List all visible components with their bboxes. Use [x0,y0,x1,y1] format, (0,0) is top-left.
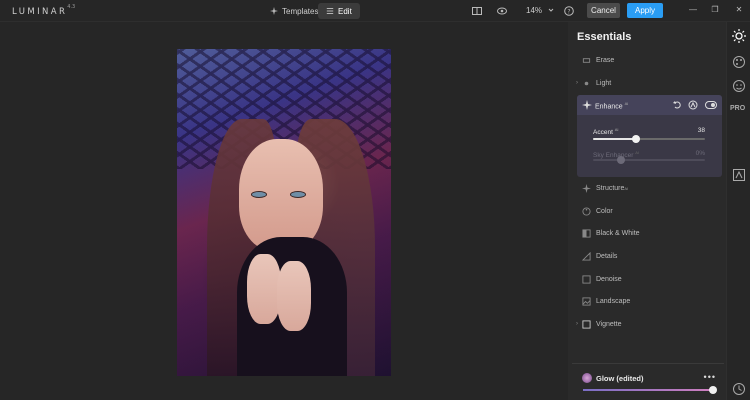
tool-label: Color [596,207,613,215]
tool-rail: PRO [726,22,750,400]
zoom-dropdown[interactable]: 14% [526,6,554,15]
edit-label: Edit [338,6,352,16]
eye-right [291,192,305,197]
preset-amount-slider[interactable] [583,389,713,391]
enhance-header[interactable]: Enhance AI [577,95,722,115]
accent-slider-handle[interactable] [631,135,640,143]
expand-arrow-icon: › [576,80,578,86]
close-icon[interactable]: ✕ [734,5,744,15]
hand-left [247,254,281,324]
top-bar: LUMINAR4.3 Templates Edit 14% ? Cancel A… [0,0,750,22]
tool-label: Denoise [596,275,622,283]
preset-amount-handle[interactable] [709,386,717,394]
templates-label: Templates [282,6,319,16]
more-options-icon[interactable]: ••• [704,372,716,382]
sky-enhancer-slider[interactable] [593,156,705,164]
preset-thumbnail [582,373,592,383]
app-logo: LUMINAR4.3 [12,4,76,17]
enhance-section: Enhance AI Accent AI 38 Sky Enhancer AI … [577,95,722,177]
history-clock-icon[interactable] [732,382,746,396]
essentials-sun-icon[interactable] [732,29,746,43]
mask-icon[interactable] [688,100,698,110]
eye-left [252,192,266,197]
sky-enhancer-handle[interactable] [617,156,625,164]
pro-tools-label[interactable]: PRO [730,105,745,112]
sky-enhancer-label: Sky Enhancer AI [593,150,640,160]
minimize-icon[interactable]: — [688,5,698,15]
apply-button[interactable]: Apply [627,3,663,18]
tool-black-white[interactable]: Black & White [568,225,726,241]
canvas-icon[interactable] [732,168,746,182]
sliders-icon [326,8,334,14]
accent-slider-fill [593,138,636,140]
tool-denoise[interactable]: Denoise [568,271,726,287]
accent-slider[interactable] [593,135,705,143]
expand-arrow-icon: › [576,321,578,327]
triangle-icon [582,251,591,261]
photo-canvas[interactable] [177,49,391,376]
compare-icon[interactable] [472,6,482,16]
tool-color[interactable]: Color [568,203,726,219]
toggle-icon[interactable] [705,100,717,110]
sparkle-icon [582,100,592,110]
tool-label: Details [596,252,618,260]
preset-row[interactable]: Glow (edited) ••• [582,372,722,386]
eye-icon[interactable] [497,6,507,16]
preset-name: Glow (edited) [596,374,644,383]
tool-vignette[interactable]: › Vignette [568,316,726,332]
help-icon[interactable]: ? [564,6,574,16]
templates-button[interactable]: Templates [262,3,326,19]
undo-icon[interactable] [672,100,682,110]
zoom-value: 14% [526,6,543,15]
panel-divider [572,363,724,364]
sparkle-icon [270,7,278,15]
svg-text:?: ? [567,8,570,15]
sky-enhancer-value: 0% [695,150,705,157]
grain-icon [582,274,591,284]
tool-label: Landscape [596,297,631,305]
sun-icon [584,81,589,85]
tool-label: Erase [596,56,615,64]
creative-palette-icon[interactable] [732,55,746,69]
tool-erase[interactable]: Erase [568,52,726,68]
chevron-down-icon [548,8,554,12]
tool-label: Structure [596,184,625,192]
restore-icon[interactable]: ❐ [710,5,720,15]
hand-right [277,261,311,331]
cancel-button[interactable]: Cancel [587,3,620,18]
app-version: 4.3 [67,4,76,10]
tool-label: Black & White [596,229,640,237]
tool-label: Light [596,79,612,87]
tool-details[interactable]: Details [568,248,726,264]
portrait-face-icon[interactable] [732,79,746,93]
edit-button[interactable]: Edit [318,3,360,19]
accent-label: Accent AI [593,127,619,137]
palette-icon [582,206,591,216]
enhance-label: Enhance AI [595,101,629,111]
landscape-icon [582,296,591,306]
tool-light[interactable]: › Light [568,75,726,91]
half-square-icon [582,228,591,238]
tool-landscape[interactable]: Landscape [568,293,726,309]
eraser-icon [582,57,591,63]
vignette-icon [582,319,591,329]
tool-structure[interactable]: Structure AI [568,180,726,196]
sparkle-icon [582,183,591,193]
tool-label: Vignette [596,320,622,328]
panel-title: Essentials [577,31,632,43]
accent-value: 38 [697,127,705,134]
